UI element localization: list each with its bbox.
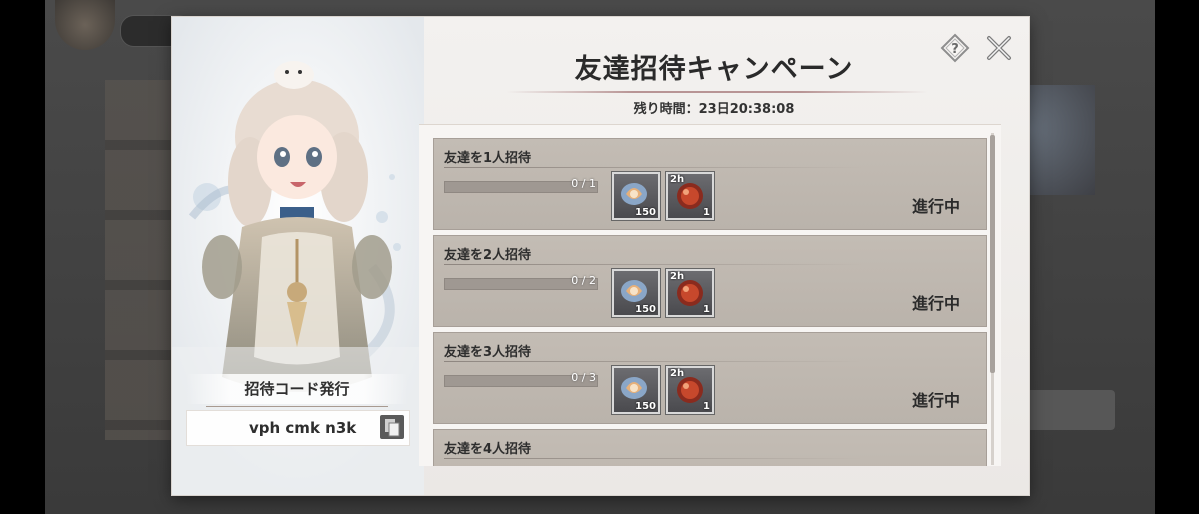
reward-duration-tag: 2h xyxy=(670,174,685,185)
friend-invite-modal: 招待コード発行 vph cmk n3k 友達招待キャンペーン 残り時間：23日2… xyxy=(172,17,1029,495)
mission-title: 友達を1人招待 xyxy=(444,151,532,166)
reward-duration-tag: 2h xyxy=(670,368,685,379)
help-button[interactable]: ? xyxy=(940,33,970,63)
mission-status: 進行中 xyxy=(911,391,960,410)
mission-row: 友達を1人招待 0 / 1 150 2h 1 進行中 xyxy=(433,138,987,230)
copy-code-button[interactable] xyxy=(380,415,404,439)
reward-slot[interactable]: 2h 1 xyxy=(666,269,714,317)
help-icon: ? xyxy=(940,33,970,63)
mission-status: 進行中 xyxy=(911,294,960,313)
background-button xyxy=(1015,390,1115,430)
reward-slot[interactable]: 2h 1 xyxy=(666,172,714,220)
mission-row: 友達を2人招待 0 / 2 150 2h 1 進行中 xyxy=(433,235,987,327)
invite-code-box: vph cmk n3k xyxy=(186,410,410,446)
reward-slot[interactable]: 150 xyxy=(612,269,660,317)
invite-code-title: 招待コード発行 xyxy=(186,374,408,407)
reward-slot[interactable]: 2h 1 xyxy=(666,366,714,414)
mission-divider xyxy=(444,458,864,459)
invite-code-text: vph cmk n3k xyxy=(249,419,357,437)
scrollbar-thumb[interactable] xyxy=(990,135,995,373)
mission-progress-text: 0 / 2 xyxy=(571,274,596,287)
mission-title: 友達を2人招待 xyxy=(444,248,532,263)
svg-text:?: ? xyxy=(951,42,959,57)
background-avatar xyxy=(55,0,115,50)
remaining-time: 残り時間：23日20:38:08 xyxy=(633,102,795,117)
mission-title: 友達を4人招待 xyxy=(444,442,532,457)
reward-quantity: 1 xyxy=(703,304,710,315)
reward-quantity: 150 xyxy=(635,304,656,315)
mission-title: 友達を3人招待 xyxy=(444,345,532,360)
title-divider xyxy=(507,91,927,93)
mission-divider xyxy=(444,167,864,168)
mission-status: 進行中 xyxy=(911,197,960,216)
mission-list[interactable]: 友達を1人招待 0 / 1 150 2h 1 進行中 友達を2人招待 0 / 2… xyxy=(419,124,1001,466)
reward-quantity: 1 xyxy=(703,207,710,218)
modal-title: 友達招待キャンペーン xyxy=(574,54,854,85)
reward-slot[interactable]: 150 xyxy=(612,366,660,414)
copy-icon xyxy=(385,419,400,437)
mission-divider xyxy=(444,361,864,362)
close-icon xyxy=(987,36,1011,60)
reward-quantity: 150 xyxy=(635,207,656,218)
mission-row: 友達を3人招待 0 / 3 150 2h 1 進行中 xyxy=(433,332,987,424)
character-panel: 招待コード発行 vph cmk n3k xyxy=(172,17,424,495)
close-button[interactable] xyxy=(984,33,1014,63)
reward-duration-tag: 2h xyxy=(670,271,685,282)
reward-slot[interactable]: 150 xyxy=(612,172,660,220)
mission-row: 友達を4人招待 xyxy=(433,429,987,466)
mission-divider xyxy=(444,264,864,265)
reward-quantity: 150 xyxy=(635,401,656,412)
mission-progress-text: 0 / 3 xyxy=(571,371,596,384)
reward-quantity: 1 xyxy=(703,401,710,412)
mission-progress-text: 0 / 1 xyxy=(571,177,596,190)
